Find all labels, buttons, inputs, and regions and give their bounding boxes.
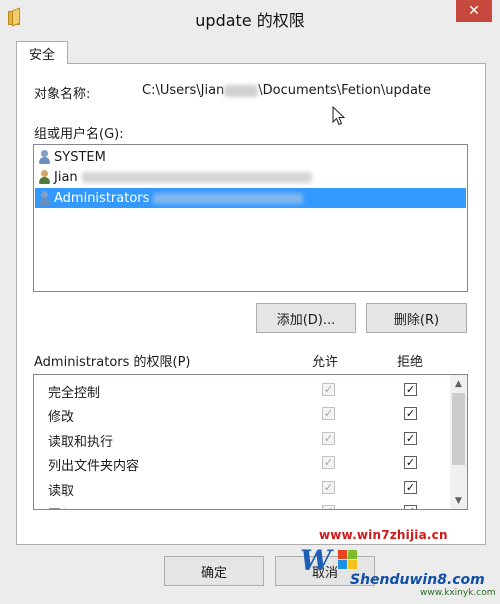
object-path: C:\Users\Jian \Documents\Fetion\update	[142, 83, 431, 98]
user-item-administrators[interactable]: Administrators	[35, 188, 466, 208]
watermark-url: www.win7zhijia.cn	[319, 528, 448, 542]
deny-checkbox[interactable]: ✓	[404, 505, 417, 509]
redacted-mark	[81, 171, 312, 183]
permission-row: 读取 ✓ ✓	[48, 477, 448, 499]
permission-row: 列出文件夹内容 ✓ ✓	[48, 452, 448, 474]
mouse-cursor-icon	[332, 106, 346, 126]
remove-button[interactable]: 删除(R)	[366, 303, 467, 333]
allow-checkbox[interactable]: ✓	[322, 432, 335, 445]
permission-name: 完全控制	[48, 386, 101, 401]
allow-checkbox[interactable]: ✓	[322, 481, 335, 494]
group-icon	[38, 190, 52, 206]
windows-flag-icon	[338, 550, 358, 570]
permission-row: 修改 ✓ ✓	[48, 403, 448, 425]
users-list[interactable]: SYSTEM Jian Administrators	[33, 144, 468, 292]
deny-checkbox[interactable]: ✓	[404, 383, 417, 396]
user-item-jian[interactable]: Jian	[35, 167, 466, 187]
permission-row: 写入 ✓ ✓	[48, 501, 448, 509]
object-name-label: 对象名称:	[34, 87, 91, 102]
tab-security[interactable]: 安全	[16, 41, 68, 64]
permission-row: 读取和执行 ✓ ✓	[48, 428, 448, 450]
deny-checkbox[interactable]: ✓	[404, 432, 417, 445]
permission-name: 写入	[48, 504, 74, 509]
allow-column-header: 允许	[312, 355, 339, 370]
title-bar: update 的权限 ✕	[0, 0, 500, 34]
redacted-mark	[224, 84, 259, 97]
permissions-scrollbar[interactable]: ▲ ▼	[450, 375, 467, 509]
close-button[interactable]: ✕	[456, 0, 492, 22]
allow-checkbox[interactable]: ✓	[322, 383, 335, 396]
object-path-prefix: C:\Users\Jian	[142, 83, 225, 98]
permission-name: 读取和执行	[48, 435, 114, 450]
user-item-label: SYSTEM	[54, 149, 106, 165]
scrollbar-thumb[interactable]	[452, 393, 465, 465]
user-item-label: Jian	[54, 169, 78, 185]
window-title: update 的权限	[195, 11, 305, 30]
permission-row: 完全控制 ✓ ✓	[48, 379, 448, 401]
groups-label: 组或用户名(G):	[34, 127, 124, 142]
scroll-down-icon[interactable]: ▼	[450, 492, 467, 509]
watermark-site-2: www.kxinyk.com	[420, 588, 496, 598]
allow-checkbox[interactable]: ✓	[322, 505, 335, 509]
permissions-list[interactable]: 完全控制 ✓ ✓ 修改 ✓ ✓ 读取和执行 ✓ ✓ 列出文件夹内容 ✓ ✓ 读取…	[33, 374, 468, 510]
user-icon	[38, 169, 52, 185]
logo-letter: W	[300, 544, 332, 577]
scroll-up-icon[interactable]: ▲	[450, 375, 467, 392]
allow-checkbox[interactable]: ✓	[322, 407, 335, 420]
redacted-mark	[153, 192, 304, 204]
permission-name: 列出文件夹内容	[48, 459, 140, 474]
permission-name: 修改	[48, 410, 75, 425]
watermark-site: Shenduwin8.com	[350, 572, 485, 588]
allow-checkbox[interactable]: ✓	[322, 456, 335, 469]
deny-column-header: 拒绝	[397, 355, 424, 370]
permission-name: 读取	[48, 484, 75, 499]
deny-checkbox[interactable]: ✓	[404, 456, 417, 469]
user-item-label: Administrators	[54, 190, 150, 206]
ok-button[interactable]: 确定	[164, 556, 264, 586]
add-button[interactable]: 添加(D)...	[256, 303, 356, 333]
object-path-suffix: \Documents\Fetion\update	[258, 83, 432, 98]
deny-checkbox[interactable]: ✓	[404, 481, 417, 494]
permissions-title: Administrators 的权限(P)	[34, 355, 191, 370]
deny-checkbox[interactable]: ✓	[404, 407, 417, 420]
user-item-system[interactable]: SYSTEM	[35, 147, 466, 167]
group-icon	[38, 149, 52, 165]
